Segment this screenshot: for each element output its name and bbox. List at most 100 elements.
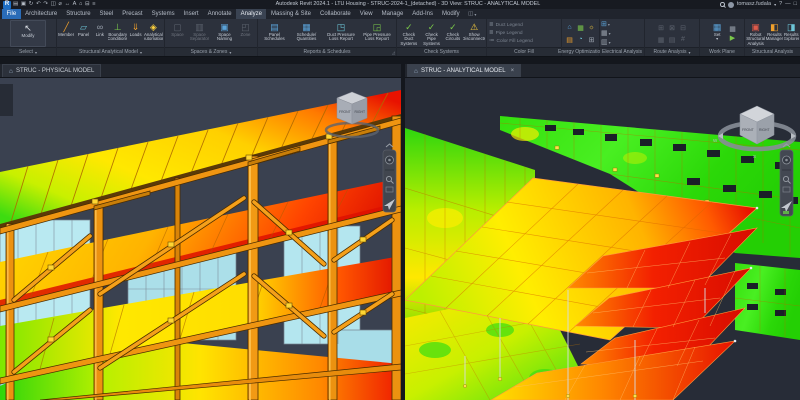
redo-icon[interactable]: ↷ <box>43 0 48 9</box>
close-view-icon[interactable]: × <box>511 68 515 74</box>
electrical-settings-icon[interactable]: ▦ <box>601 29 608 37</box>
results-explorer-button[interactable]: ◨Results Explorer <box>784 20 799 47</box>
view-tab-physical-model[interactable]: ⌂ STRUC - PHYSICAL MODEL <box>2 64 101 77</box>
results-manager-button[interactable]: ◧Results Manager <box>766 20 782 47</box>
sync-with-central-icon[interactable]: ↻ <box>29 0 34 9</box>
show-work-plane-icon[interactable]: ▦ <box>729 25 736 33</box>
physical-model-canvas[interactable]: FRONT RIGHT <box>0 78 401 400</box>
boundary-conditions-button[interactable]: ⊥Boundary Conditions <box>108 20 127 47</box>
navigation-bar[interactable] <box>780 144 793 216</box>
view-tab-analytical-model[interactable]: ⌂ STRUC - ANALYTICAL MODEL × <box>407 64 521 77</box>
minimize-icon[interactable]: — <box>785 0 791 9</box>
panel-button[interactable]: ▱Panel <box>75 20 91 47</box>
member-button[interactable]: ╱Member <box>58 20 74 47</box>
save-icon[interactable]: ▣ <box>21 0 26 9</box>
svg-text:FRONT: FRONT <box>339 110 351 114</box>
tab-modify[interactable]: Modify <box>437 9 464 19</box>
svg-text:RIGHT: RIGHT <box>759 128 770 132</box>
undo-icon[interactable]: ↶ <box>36 0 41 9</box>
check-duct-systems-icon: ✓ <box>405 22 413 33</box>
create-energy-model-icon[interactable]: ▦ <box>576 22 586 33</box>
dialog-launcher-icon[interactable]: ◿ <box>392 50 395 55</box>
navigation-bar[interactable] <box>383 144 396 212</box>
check-pipe-systems-button[interactable]: ✓Check Pipe Systems <box>421 20 443 47</box>
panel-route-analysis: ⊞ ⊠ ⊟ ▦ ▤ # Route Analysis▾ <box>645 19 700 56</box>
analytical-model-canvas[interactable]: FRONT RIGHT W S <box>405 78 800 400</box>
panel-energy-optimization: ⌂ ▦ ☼ ▤ ◔ ⊞ Energy Optimization <box>562 19 600 56</box>
revit-logo[interactable]: R <box>3 1 11 9</box>
link-button[interactable]: ∞Link <box>93 20 107 47</box>
tab-steel[interactable]: Steel <box>95 9 118 19</box>
pipe-legend-icon: ≣ <box>489 30 494 36</box>
modify-cursor-icon: ↖ <box>24 23 32 34</box>
show-disconnects-icon: ⚠ <box>470 22 478 33</box>
tab-collaborate[interactable]: Collaborate <box>316 9 356 19</box>
tab-architecture[interactable]: Architecture <box>21 9 62 19</box>
viewer-icon[interactable]: ▶ <box>729 34 736 42</box>
ribbon-tab-bar: File Architecture Structure Steel Precas… <box>0 9 800 19</box>
panel-structural-analysis: ▣Robot Structural Analysis ◧Results Mana… <box>745 19 800 56</box>
viewport-analytical-model: ⌂ STRUC - ANALYTICAL MODEL × <box>405 57 800 400</box>
link-icon: ∞ <box>97 22 103 33</box>
text-icon[interactable]: A <box>73 0 77 9</box>
tab-insert[interactable]: Insert <box>179 9 203 19</box>
user-menu[interactable]: tomasz.fudala <box>737 0 771 9</box>
energy-report-icon[interactable]: ▤ <box>565 34 575 45</box>
tab-systems[interactable]: Systems <box>147 9 179 19</box>
ribbon-display-toggle[interactable]: ◫ ▾ <box>464 9 480 19</box>
measure-icon[interactable]: ⌀ <box>59 0 62 9</box>
print-icon[interactable]: ◫ <box>51 0 56 9</box>
tab-structure[interactable]: Structure <box>62 9 95 19</box>
pipe-pressure-loss-report-button[interactable]: ◲Pipe Pressure Loss Report <box>360 20 395 47</box>
location-icon[interactable]: ☼ <box>587 22 597 33</box>
power-analytical-components-icon[interactable]: ⊞ <box>601 20 607 28</box>
pipe-pressure-loss-report-icon: ◲ <box>373 22 382 33</box>
tab-manage[interactable]: Manage <box>377 9 408 19</box>
default-3d-view-icon[interactable]: ⌂ <box>79 0 82 9</box>
tab-file[interactable]: File <box>2 9 21 19</box>
space-naming-button[interactable]: ▣Space Naming <box>213 20 237 47</box>
loads-button[interactable]: ⇓Loads <box>128 20 142 47</box>
member-icon: ╱ <box>63 22 68 33</box>
view-tab-bar-left: ⌂ STRUC - PHYSICAL MODEL <box>0 64 401 78</box>
duct-pressure-loss-report-button[interactable]: ◳Duct Pressure Loss Report <box>324 20 359 47</box>
space-separator-icon: ▥ <box>195 22 204 33</box>
open-icon[interactable]: ▤ <box>13 0 18 9</box>
tab-massing-site[interactable]: Massing & Site <box>266 9 315 19</box>
tab-analyze[interactable]: Analyze <box>236 9 266 19</box>
section-icon[interactable]: ⊟ <box>85 0 90 9</box>
check-circuits-button[interactable]: ✓Check Circuits <box>443 20 462 47</box>
energy-settings-icon[interactable]: ⌂ <box>565 22 575 33</box>
user-menu-caret-icon[interactable]: ▾ <box>774 0 776 9</box>
energy-analysis-icon[interactable]: ◔ <box>576 34 586 45</box>
viewport-physical-model: ⌂ STRUC - PHYSICAL MODEL <box>0 57 401 400</box>
panel-check-systems: ✓Check Duct Systems ✓Check Pipe Systems … <box>397 19 487 56</box>
check-duct-systems-button[interactable]: ✓Check Duct Systems <box>398 20 420 47</box>
modify-button[interactable]: ↖ Modify <box>10 20 46 47</box>
check-circuits-icon: ✓ <box>449 22 457 33</box>
tab-precast[interactable]: Precast <box>118 9 147 19</box>
restore-icon[interactable]: □ <box>794 0 797 9</box>
panel-schedules-button[interactable]: ▤Panel Schedules <box>260 20 290 47</box>
tab-annotate[interactable]: Annotate <box>203 9 236 19</box>
robot-structural-analysis-button[interactable]: ▣Robot Structural Analysis <box>746 20 765 47</box>
schedule-quantities-button[interactable]: ▦Schedule/ Quantities <box>291 20 323 47</box>
view-home-icon: ⌂ <box>9 68 13 75</box>
thin-lines-icon[interactable]: ≡ <box>92 0 95 9</box>
robot-structural-analysis-icon: ▣ <box>751 22 760 33</box>
set-work-plane-icon: ▦ <box>713 22 722 33</box>
viewer-mini-icon <box>783 211 789 214</box>
help-icon[interactable]: ? <box>779 0 782 9</box>
search-icon[interactable] <box>720 2 725 7</box>
set-work-plane-button[interactable]: ▦Set▾ <box>707 20 727 47</box>
results-explorer-icon: ◨ <box>787 22 796 33</box>
show-disconnects-button[interactable]: ⚠Show Disconnects <box>463 20 485 47</box>
demand-factors-icon[interactable]: ▥ <box>601 38 608 46</box>
tab-view[interactable]: View <box>355 9 377 19</box>
tab-add-ins[interactable]: Add-Ins <box>408 9 438 19</box>
panel-select: ↖ Modify Select▾ <box>0 19 57 56</box>
systems-analysis-icon[interactable]: ⊞ <box>587 34 597 45</box>
analytical-automation-button[interactable]: ◈Analytical Automation <box>144 20 163 47</box>
space-icon: ▢ <box>173 22 182 33</box>
aligned-dimension-icon[interactable]: ↔ <box>64 0 70 9</box>
